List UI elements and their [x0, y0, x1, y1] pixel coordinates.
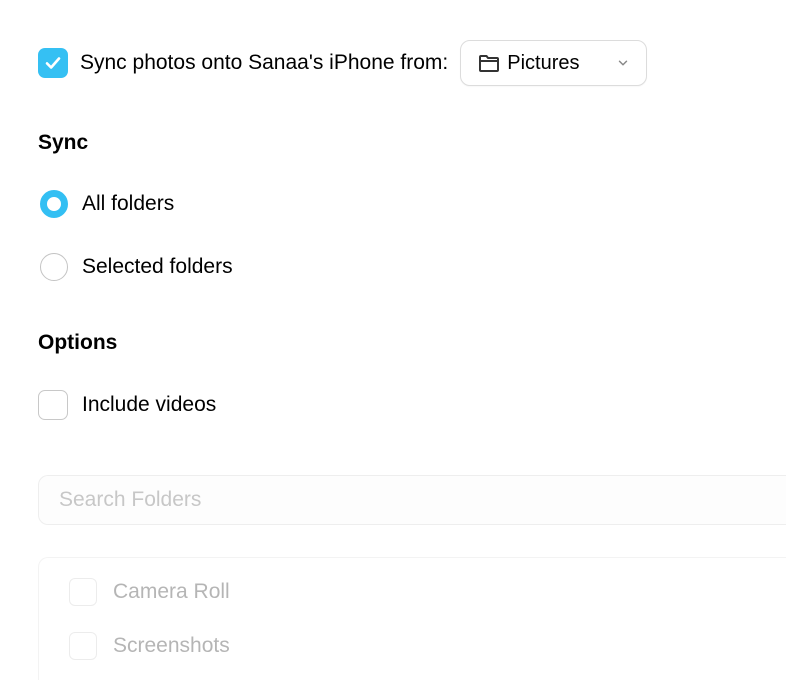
radio-selected-folders[interactable]: Selected folders: [40, 253, 786, 281]
folder-checkbox[interactable]: [69, 578, 97, 606]
radio-unselected-indicator: [40, 253, 68, 281]
folder-icon: [477, 51, 501, 75]
sync-enable-checkbox[interactable]: [38, 48, 68, 78]
include-videos-label: Include videos: [82, 393, 216, 417]
radio-all-folders-label: All folders: [82, 192, 174, 216]
include-videos-row[interactable]: Include videos: [38, 390, 786, 420]
options-section-heading: Options: [38, 331, 786, 355]
folder-name: Camera Roll: [113, 580, 230, 604]
folder-name: Screenshots: [113, 634, 230, 658]
sync-header-row: Sync photos onto Sanaa's iPhone from: Pi…: [38, 40, 786, 86]
chevron-down-icon: [616, 56, 630, 70]
sync-section-heading: Sync: [38, 131, 786, 155]
include-videos-checkbox[interactable]: [38, 390, 68, 420]
source-select[interactable]: Pictures: [460, 40, 646, 86]
sync-scope-radio-group: All folders Selected folders: [40, 190, 786, 281]
radio-selected-indicator: [40, 190, 68, 218]
folder-list: Camera Roll Screenshots: [38, 557, 786, 680]
source-select-value: Pictures: [507, 52, 579, 75]
search-folders-input[interactable]: [59, 488, 766, 512]
sync-label: Sync photos onto Sanaa's iPhone from:: [80, 51, 448, 75]
check-icon: [44, 54, 62, 72]
list-item[interactable]: Camera Roll: [69, 578, 786, 606]
folder-checkbox[interactable]: [69, 632, 97, 660]
radio-all-folders[interactable]: All folders: [40, 190, 786, 218]
radio-selected-folders-label: Selected folders: [82, 255, 233, 279]
list-item[interactable]: Screenshots: [69, 632, 786, 660]
search-folders-container: [38, 475, 786, 525]
